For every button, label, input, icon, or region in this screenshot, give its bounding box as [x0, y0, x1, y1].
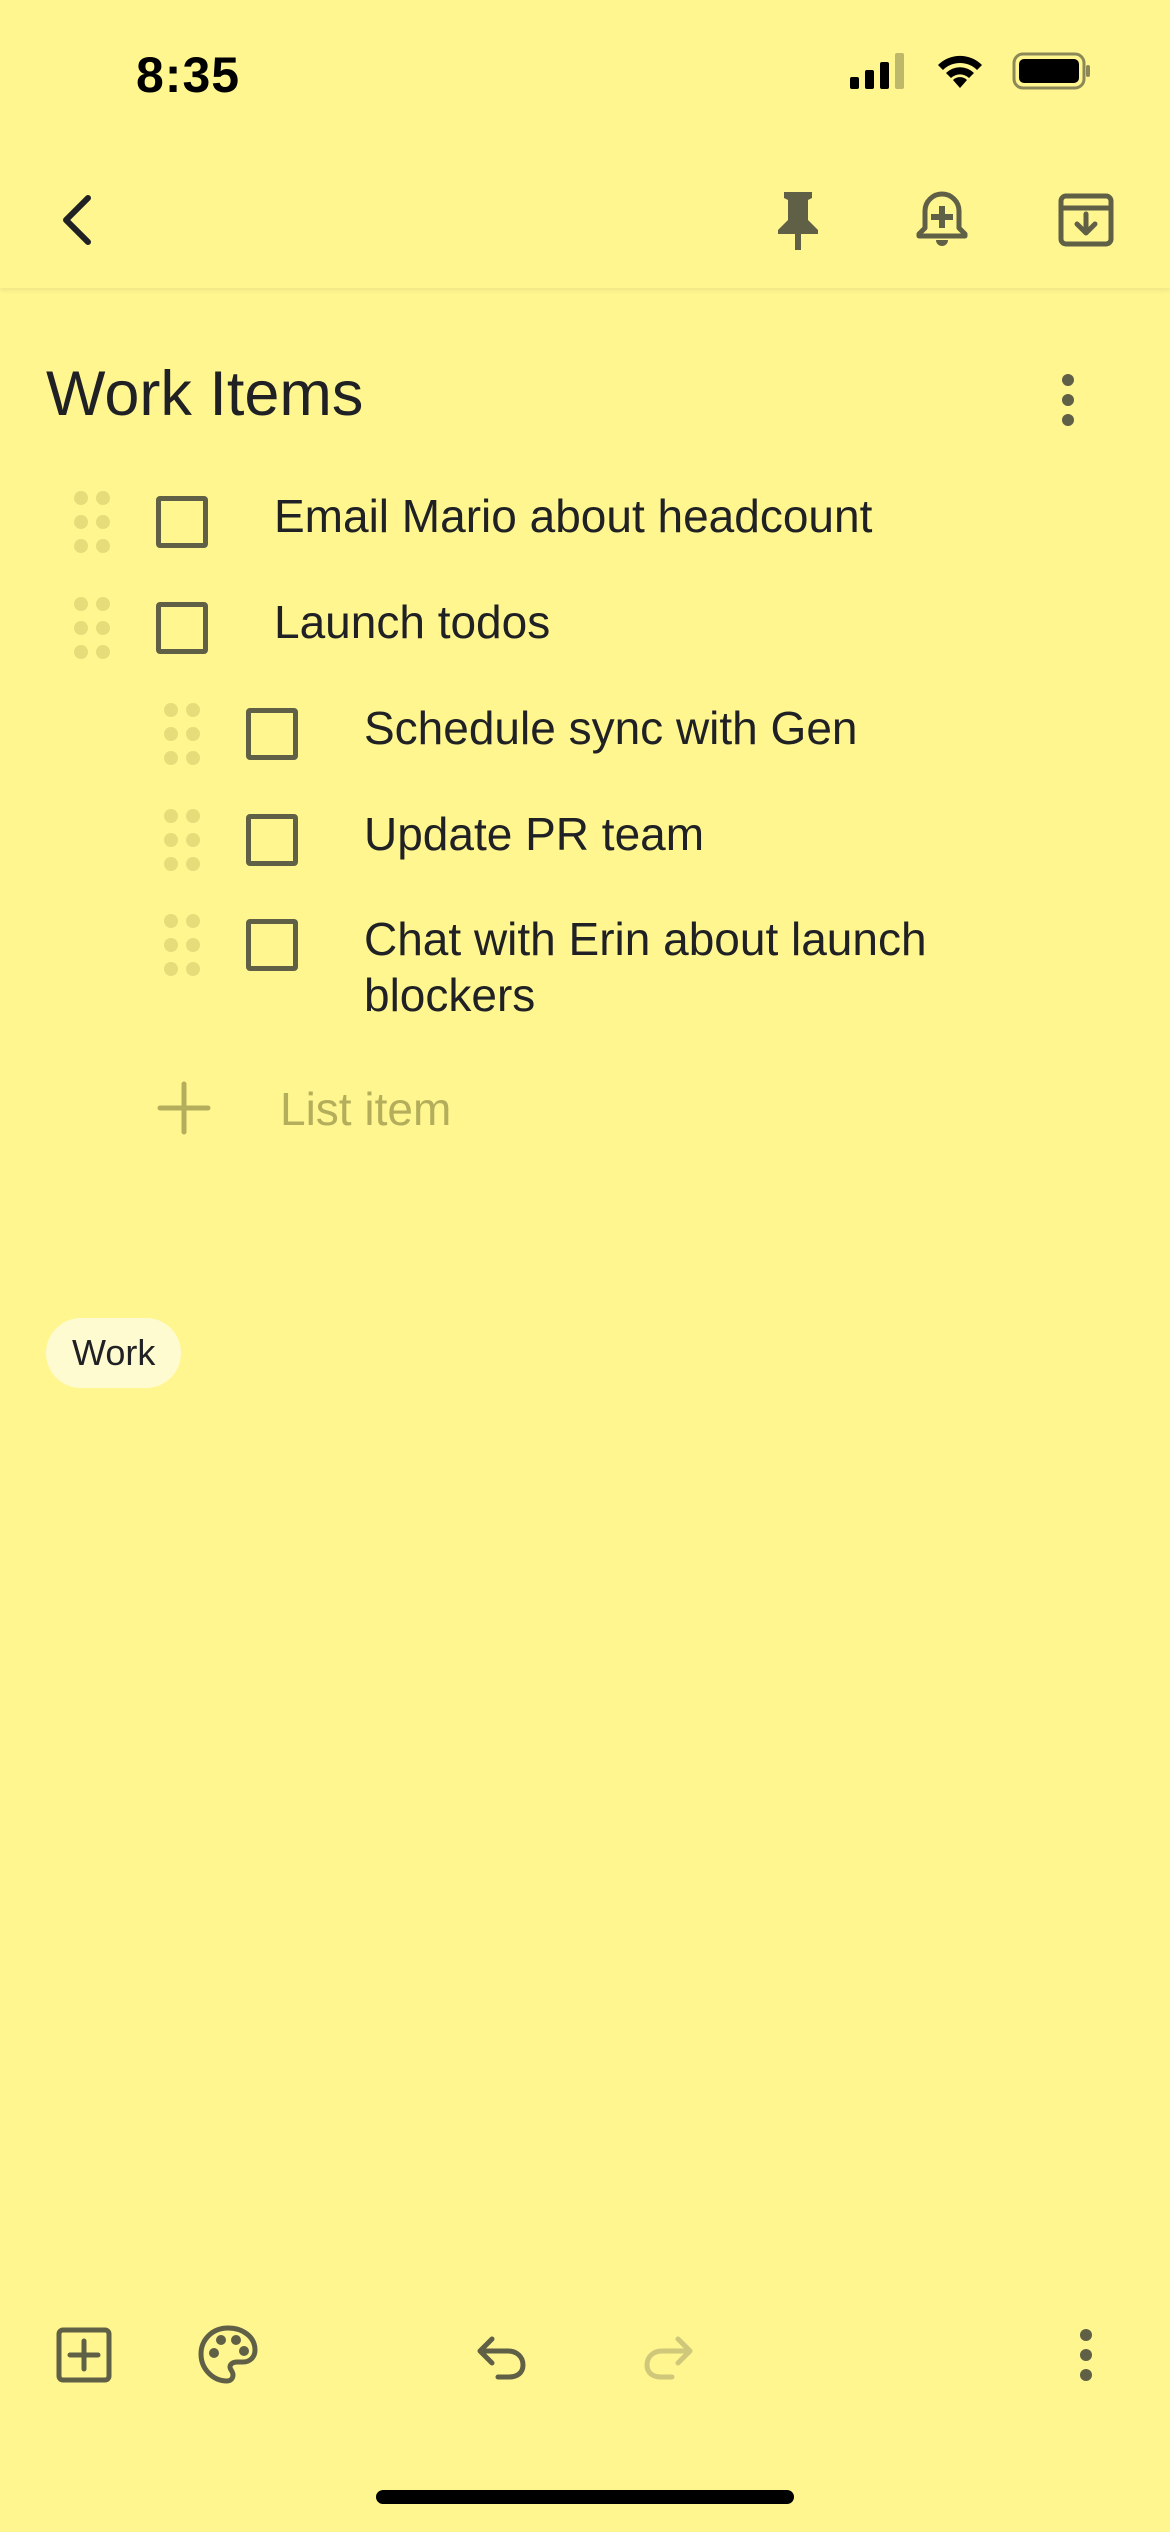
cellular-signal-icon: [850, 53, 904, 89]
item-text[interactable]: Chat with Erin about launch blockers: [364, 911, 1024, 1023]
archive-icon: [1058, 193, 1114, 247]
undo-button[interactable]: [452, 2305, 552, 2405]
wifi-icon: [938, 55, 982, 88]
status-time: 8:35: [136, 47, 241, 103]
item-text[interactable]: Email Mario about headcount: [274, 488, 1094, 544]
item-text[interactable]: Launch todos: [274, 594, 1094, 650]
item-checkbox[interactable]: [246, 814, 298, 866]
note-title[interactable]: Work Items: [46, 358, 363, 430]
back-button[interactable]: [30, 170, 130, 270]
home-indicator[interactable]: [376, 2490, 794, 2504]
status-bar: 8:35: [0, 0, 1170, 150]
item-checkbox[interactable]: [156, 602, 208, 654]
drag-handle-icon[interactable]: [72, 596, 112, 660]
add-box-icon: [56, 2327, 112, 2383]
drag-handle-icon[interactable]: [162, 702, 202, 766]
plus-icon: [157, 1081, 211, 1135]
list-item: Email Mario about headcount: [0, 488, 1170, 588]
bottom-toolbar: [0, 2305, 1170, 2415]
drag-handle-icon[interactable]: [162, 913, 202, 977]
pin-icon: [778, 192, 818, 250]
note-more-button[interactable]: [1018, 350, 1118, 450]
status-icons: [850, 52, 1092, 90]
reminder-button[interactable]: [892, 170, 992, 270]
item-text[interactable]: Update PR team: [364, 806, 1104, 862]
undo-icon: [477, 2336, 526, 2380]
add-reminder-icon: [916, 191, 968, 246]
note-editor-screen: 8:35 Work Items Email Mario about headco…: [0, 0, 1170, 2532]
top-app-bar: [0, 150, 1170, 288]
palette-icon: [198, 2325, 258, 2384]
item-text[interactable]: Schedule sync with Gen: [364, 700, 1104, 756]
add-list-item[interactable]: List item: [150, 1070, 550, 1160]
redo-icon: [644, 2336, 693, 2380]
color-palette-button[interactable]: [178, 2305, 278, 2405]
list-item: Update PR team: [0, 806, 1170, 906]
drag-handle-icon[interactable]: [162, 808, 202, 872]
archive-button[interactable]: [1036, 170, 1136, 270]
item-checkbox[interactable]: [246, 919, 298, 971]
list-item: Schedule sync with Gen: [0, 700, 1170, 800]
pin-button[interactable]: [748, 170, 848, 270]
label-chip[interactable]: Work: [46, 1318, 182, 1388]
item-checkbox[interactable]: [156, 496, 208, 548]
back-arrow-icon: [63, 195, 91, 245]
more-vertical-icon: [1080, 2329, 1092, 2381]
list-item: Launch todos: [0, 594, 1170, 694]
drag-handle-icon[interactable]: [72, 490, 112, 554]
list-item: Chat with Erin about launch blockers: [0, 911, 1170, 1041]
item-checkbox[interactable]: [246, 708, 298, 760]
add-content-button[interactable]: [34, 2305, 134, 2405]
more-vertical-icon: [1062, 374, 1074, 426]
battery-icon: [1012, 52, 1090, 90]
more-options-button[interactable]: [1036, 2305, 1136, 2405]
add-item-placeholder: List item: [280, 1083, 452, 1135]
redo-button[interactable]: [618, 2305, 718, 2405]
